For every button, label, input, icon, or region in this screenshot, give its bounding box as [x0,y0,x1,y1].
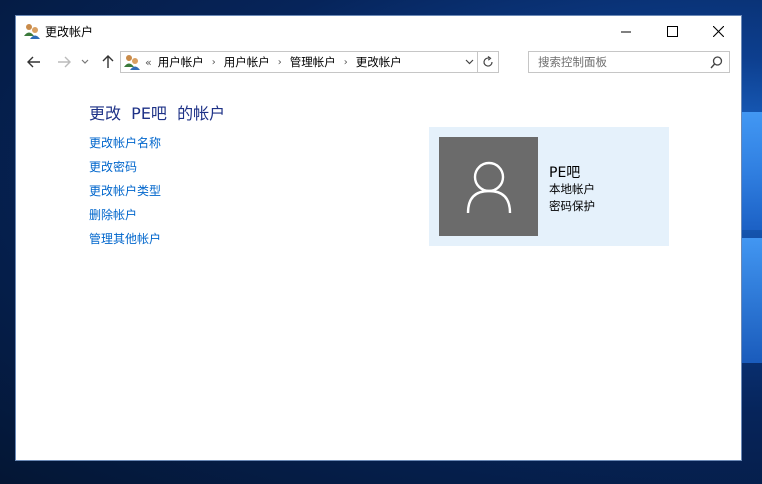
task-list: 更改帐户名称 更改密码 更改帐户类型 删除帐户 管理其他帐户 [89,135,161,255]
back-button[interactable] [23,50,45,74]
delete-account-link[interactable]: 删除帐户 [89,207,161,223]
minimize-button[interactable] [603,16,649,46]
refresh-icon [483,56,493,67]
users-icon [124,55,140,70]
search-box[interactable] [528,51,730,73]
main-content: 更改 PE吧 的帐户 更改帐户名称 更改密码 更改帐户类型 删除帐户 管理其他帐… [16,78,741,460]
desktop-logo-pane [742,112,762,230]
change-account-name-link[interactable]: 更改帐户名称 [89,135,161,151]
avatar [439,137,538,236]
account-type: 本地帐户 [549,182,595,196]
navigation-bar: « 用户帐户 › 用户帐户 › 管理帐户 › 更改帐户 [16,50,741,74]
search-input[interactable] [529,52,714,72]
chevron-down-icon [465,59,473,65]
up-arrow-icon [102,55,114,68]
account-card: PE吧 本地帐户 密码保护 [429,127,669,246]
recent-locations-button[interactable] [78,50,92,74]
address-bar[interactable]: « 用户帐户 › 用户帐户 › 管理帐户 › 更改帐户 [120,51,499,73]
desktop-logo-pane [742,238,762,363]
close-icon [712,25,724,37]
change-password-link[interactable]: 更改密码 [89,159,161,175]
chevron-down-icon [81,59,89,64]
minimize-icon [620,31,631,32]
refresh-button[interactable] [477,51,498,73]
breadcrumb-separator[interactable]: › [212,57,216,68]
breadcrumb-item[interactable]: 用户帐户 [224,54,270,70]
breadcrumb-separator[interactable]: › [344,57,348,68]
change-account-type-link[interactable]: 更改帐户类型 [89,183,161,199]
maximize-icon [666,25,678,37]
forward-button[interactable] [53,50,75,74]
breadcrumb-separator[interactable]: › [278,57,282,68]
breadcrumb-item[interactable]: 用户帐户 [158,54,204,70]
title-bar[interactable]: 更改帐户 [16,16,741,46]
page-title: 更改 PE吧 的帐户 [89,104,226,123]
close-button[interactable] [695,16,741,46]
breadcrumb-overflow[interactable]: « [145,56,152,69]
window-title: 更改帐户 [45,25,94,39]
maximize-button[interactable] [649,16,695,46]
up-button[interactable] [97,50,119,74]
account-name: PE吧 [549,165,581,181]
password-status: 密码保护 [549,199,595,213]
breadcrumb-item[interactable]: 管理帐户 [290,54,336,70]
search-icon[interactable] [710,56,723,69]
forward-arrow-icon [58,56,71,68]
manage-other-accounts-link[interactable]: 管理其他帐户 [89,231,161,247]
address-dropdown-button[interactable] [462,54,476,70]
control-panel-window: 更改帐户 « 用户帐户 › 用户帐户 › 管理帐户 › 更改帐户 搜索控制面板 … [15,15,742,461]
users-icon [24,24,40,39]
user-avatar-icon [466,161,511,213]
breadcrumb-item[interactable]: 更改帐户 [356,54,402,70]
breadcrumb: « 用户帐户 › 用户帐户 › 管理帐户 › 更改帐户 [145,54,402,70]
back-arrow-icon [27,56,40,68]
